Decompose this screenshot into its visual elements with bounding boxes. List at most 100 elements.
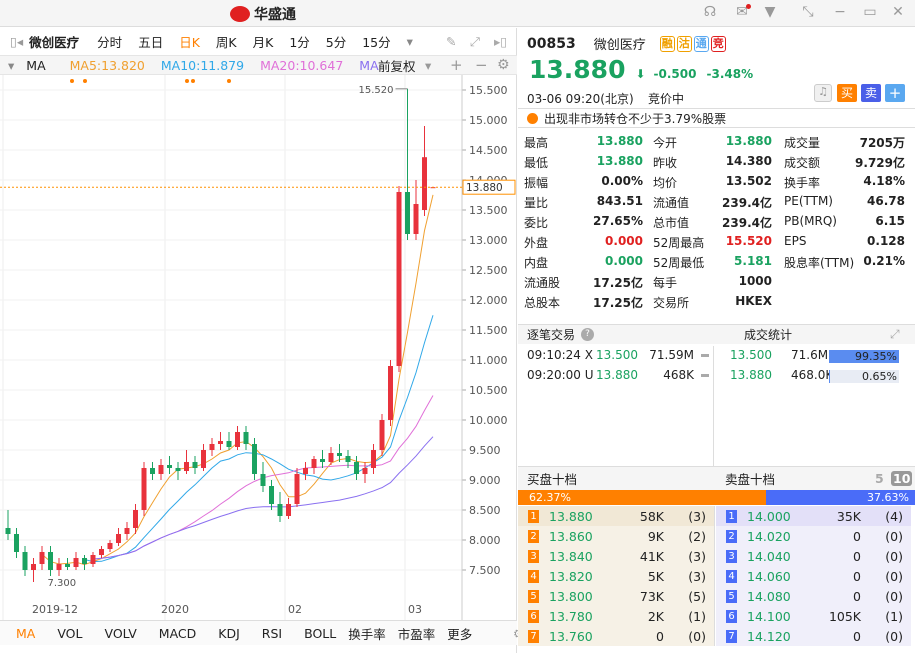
candle-body <box>286 504 291 516</box>
tick-row: 09:20:00 U 13.880 468K <box>518 368 714 386</box>
ask-row[interactable]: 5 14.080 0 (0) <box>716 586 911 606</box>
x-tick-label: 02 <box>288 603 302 616</box>
maximize-icon[interactable]: ▭ <box>860 4 880 22</box>
depth-5-toggle[interactable]: 5 <box>875 471 884 486</box>
ask-row[interactable]: 2 14.020 0 (0) <box>716 526 911 546</box>
stat-label: 外盘 <box>524 236 549 250</box>
expand-icon[interactable]: ⤢ <box>890 327 900 342</box>
minimize-icon[interactable]: − <box>830 4 850 22</box>
period-tab[interactable]: 5分 <box>326 32 346 51</box>
bid-row[interactable]: 7 13.760 0 (0) <box>518 626 714 646</box>
buy-button[interactable]: 买 <box>837 84 857 102</box>
period-tab[interactable]: 15分 <box>362 32 390 51</box>
period-tab[interactable]: 五日 <box>138 32 163 51</box>
price-change-pct: -3.48% <box>706 67 754 81</box>
settings-gear-icon[interactable]: ⚙ <box>497 57 510 73</box>
sell-button[interactable]: 卖 <box>861 84 881 102</box>
tick-dir-icon <box>701 374 709 377</box>
zoom-in-icon[interactable]: + <box>450 56 463 74</box>
indicator-tab[interactable]: RSI <box>262 626 282 641</box>
indicator-row: ▾ MA MA5:13.820 MA10:11.879 MA20:10.647 … <box>0 55 517 75</box>
adjust-chevron-icon[interactable]: ▾ <box>425 58 431 73</box>
ask-row[interactable]: 4 14.060 0 (0) <box>716 566 911 586</box>
headset-icon[interactable]: ☊ <box>700 4 720 22</box>
ask-row[interactable]: 6 14.100 105K (1) <box>716 606 911 626</box>
candle-body <box>218 441 223 444</box>
level-orders: (1) <box>688 608 706 624</box>
event-dot-icon[interactable] <box>185 79 189 83</box>
more-periods-chevron-icon[interactable]: ▾ <box>407 34 413 49</box>
stat-label: PE(TTM) <box>784 194 833 208</box>
indicator-dropdown-icon[interactable]: ▾ <box>8 58 14 73</box>
level-volume: 0 <box>656 628 664 644</box>
bid-row[interactable]: 3 13.840 41K (3) <box>518 546 714 566</box>
indicator-tab[interactable]: 换手率 <box>348 624 386 643</box>
stat-label: 成交额 <box>784 156 821 170</box>
mail-icon[interactable]: ✉ <box>732 4 752 22</box>
trading-status: 竞价中 <box>648 92 685 106</box>
tick-price: 13.880 <box>596 368 638 382</box>
indicator-tab[interactable]: MACD <box>159 626 196 641</box>
stat-value: 46.78 <box>867 194 905 208</box>
zoom-out-icon[interactable]: − <box>475 56 488 74</box>
indicator-name[interactable]: MA <box>26 58 45 73</box>
indicator-tab[interactable]: 市盈率 <box>398 624 436 643</box>
level-volume: 2K <box>647 608 664 624</box>
ask-row[interactable]: 1 14.000 35K (4) <box>716 506 911 526</box>
event-dot-icon[interactable] <box>227 79 231 83</box>
shirt-icon[interactable]: ▼ <box>760 4 780 22</box>
indicator-tab[interactable]: KDJ <box>218 626 240 641</box>
bid-row[interactable]: 4 13.820 5K (3) <box>518 566 714 586</box>
notice-dot-icon <box>527 112 538 124</box>
indicator-tab[interactable]: 更多 <box>447 624 472 643</box>
event-dot-icon[interactable] <box>70 79 74 83</box>
level-volume: 35K <box>836 508 861 524</box>
candle-body <box>22 552 28 570</box>
bid-row[interactable]: 6 13.780 2K (1) <box>518 606 714 626</box>
help-icon[interactable]: ? <box>581 328 595 341</box>
shrink-icon[interactable]: ⤡ <box>798 4 818 22</box>
collapse-left-icon[interactable]: ▯◂ <box>10 34 23 49</box>
period-tab[interactable]: 周K <box>216 32 237 51</box>
bid-row[interactable]: 1 13.880 58K (3) <box>518 506 714 526</box>
close-icon[interactable]: ✕ <box>888 4 908 22</box>
deal-volume: 468.0K <box>791 368 834 382</box>
bid-row[interactable]: 2 13.860 9K (2) <box>518 526 714 546</box>
event-dot-icon[interactable] <box>83 79 87 83</box>
fullscreen-icon[interactable]: ⤢ <box>470 34 480 50</box>
period-tab[interactable]: 日K <box>179 32 200 51</box>
period-tab[interactable]: 1分 <box>289 32 309 51</box>
stat-label: 量比 <box>524 196 549 210</box>
add-watchlist-button[interactable]: + <box>885 84 905 102</box>
stat-value: 4.18% <box>863 174 905 188</box>
ask-row[interactable]: 3 14.040 0 (0) <box>716 546 911 566</box>
pencil-icon[interactable]: ✎ <box>446 34 456 49</box>
level-volume: 0 <box>853 628 861 644</box>
bid-book-title: 买盘十档 <box>527 472 578 487</box>
level-price: 14.040 <box>747 548 791 564</box>
level-badge: 6 <box>726 609 737 623</box>
notice-bar[interactable]: 出现非市场转仓不少于3.79%股票 <box>518 108 915 128</box>
adjust-dropdown[interactable]: 前复权 <box>378 56 416 75</box>
candlestick-chart[interactable]: 15.50015.00014.50014.00013.50013.00012.5… <box>0 75 517 645</box>
stat-label: 振幅 <box>524 176 549 190</box>
ask-row[interactable]: 7 14.120 0 (0) <box>716 626 911 646</box>
level-orders: (0) <box>688 628 706 644</box>
period-tab[interactable]: 月K <box>253 32 274 51</box>
indicator-tab[interactable]: VOLV <box>104 626 136 641</box>
indicator-tabs: MAVOLVOLVMACDKDJRSIBOLL换手率市盈率更多⚙ <box>0 620 524 645</box>
deal-ratio-bar: 0.65% <box>829 370 899 383</box>
alert-bell-icon[interactable]: ♫ <box>814 84 832 102</box>
bid-row[interactable]: 5 13.800 73K (5) <box>518 586 714 606</box>
event-dot-icon[interactable] <box>191 79 195 83</box>
indicator-tab[interactable]: VOL <box>57 626 82 641</box>
ma60-value: MA <box>359 57 379 73</box>
depth-10-toggle[interactable]: 10 <box>891 471 913 486</box>
period-tab[interactable]: 分时 <box>97 32 122 51</box>
collapse-right-icon[interactable]: ▸▯ <box>494 34 507 49</box>
candle-body <box>73 558 79 567</box>
candle-body <box>65 564 70 567</box>
last-price: 13.880 <box>529 55 626 84</box>
indicator-tab[interactable]: MA <box>16 626 35 641</box>
indicator-tab[interactable]: BOLL <box>304 626 336 641</box>
